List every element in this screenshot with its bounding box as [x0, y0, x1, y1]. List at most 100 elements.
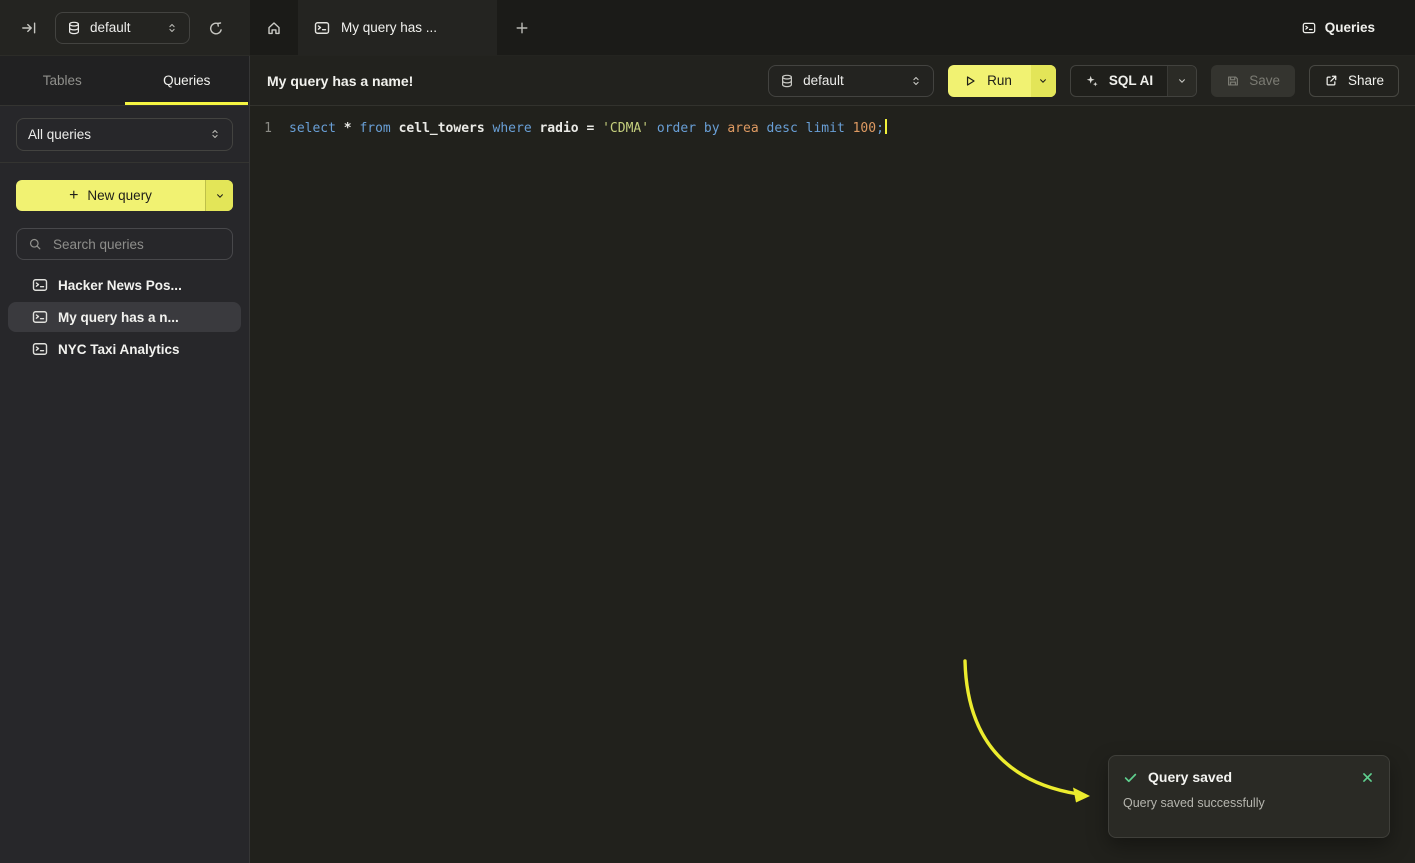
- home-button[interactable]: [250, 0, 298, 55]
- sql-token: desc: [767, 121, 806, 136]
- chevrons-updown-icon: [910, 75, 922, 87]
- query-list-item[interactable]: NYC Taxi Analytics: [8, 334, 241, 364]
- new-tab-button[interactable]: [497, 0, 547, 55]
- save-button[interactable]: Save: [1211, 65, 1295, 97]
- refresh-button[interactable]: [201, 13, 231, 43]
- sql-code: select * from cell_towers where radio = …: [289, 119, 887, 138]
- sql-token: ;: [876, 121, 884, 136]
- toast-title: Query saved: [1148, 769, 1232, 785]
- share-icon: [1324, 74, 1338, 88]
- new-query-dropdown-caret[interactable]: [205, 180, 233, 211]
- new-query-label: New query: [87, 188, 152, 203]
- run-label: Run: [987, 73, 1012, 88]
- database-select-toolbar[interactable]: default: [768, 65, 934, 97]
- toast-message: Query saved successfully: [1123, 796, 1375, 810]
- home-icon: [266, 20, 282, 36]
- query-filter-value: All queries: [28, 127, 200, 142]
- save-icon: [1226, 74, 1240, 88]
- search-icon: [28, 237, 42, 251]
- run-button[interactable]: Run: [948, 65, 1056, 97]
- sql-editor[interactable]: 1 select * from cell_towers where radio …: [250, 106, 1415, 863]
- new-query-button-main[interactable]: + New query: [16, 180, 205, 211]
- sql-ai-dropdown-caret[interactable]: [1167, 66, 1196, 96]
- close-icon: [1360, 770, 1375, 785]
- database-select-value: default: [90, 20, 157, 35]
- chevron-down-icon: [1037, 75, 1049, 87]
- sql-token: select: [289, 121, 344, 136]
- run-dropdown-caret[interactable]: [1031, 65, 1056, 97]
- sql-ai-button-main[interactable]: SQL AI: [1071, 66, 1167, 96]
- editor-toolbar: default Run SQL AI: [768, 65, 1399, 97]
- plus-icon: +: [69, 188, 78, 204]
- queries-indicator[interactable]: Queries: [1296, 0, 1415, 55]
- tab-tables-label: Tables: [43, 73, 82, 88]
- queries-indicator-label: Queries: [1325, 20, 1375, 35]
- toast-query-saved: Query saved Query saved successfully: [1108, 755, 1390, 838]
- tab-queries[interactable]: Queries: [125, 56, 250, 105]
- top-bar-left: default: [0, 0, 250, 56]
- sparkles-icon: [1085, 74, 1099, 88]
- query-list-item-selected[interactable]: My query has a n...: [8, 302, 241, 332]
- database-select-topbar[interactable]: default: [55, 12, 190, 44]
- chevrons-updown-icon: [166, 22, 178, 34]
- check-icon: [1123, 770, 1138, 785]
- editor-header: My query has a name! default Run: [250, 56, 1415, 106]
- refresh-icon: [208, 20, 224, 36]
- sql-token: from: [359, 121, 398, 136]
- query-item-label: My query has a n...: [58, 310, 179, 325]
- sql-token: area: [727, 121, 766, 136]
- search-queries-input[interactable]: [51, 236, 221, 253]
- sql-token: limit: [806, 121, 853, 136]
- active-tab-underline: [125, 102, 249, 105]
- sql-token: 'CDMA': [602, 121, 657, 136]
- database-icon: [780, 74, 794, 88]
- sql-token: order by: [657, 121, 727, 136]
- database-icon: [67, 21, 81, 35]
- toast-header: Query saved: [1123, 769, 1375, 785]
- share-label: Share: [1348, 73, 1384, 88]
- sidebar-content: + New query Hacker News Pos... My que: [0, 163, 249, 863]
- sql-token: =: [586, 121, 602, 136]
- save-label: Save: [1249, 73, 1280, 88]
- terminal-icon: [314, 20, 330, 36]
- query-list-item[interactable]: Hacker News Pos...: [8, 270, 241, 300]
- top-bar: default My query has ... Queries: [0, 0, 1415, 56]
- sql-token: where: [493, 121, 540, 136]
- query-filter-select[interactable]: All queries: [16, 118, 233, 151]
- sql-token: cell_towers: [399, 121, 493, 136]
- share-button[interactable]: Share: [1309, 65, 1399, 97]
- main-area: My query has a name! default Run: [250, 56, 1415, 863]
- collapse-sidebar-icon: [21, 20, 37, 36]
- tab-strip: My query has ... Queries: [250, 0, 1415, 56]
- sql-token: radio: [539, 121, 586, 136]
- tab-queries-label: Queries: [163, 73, 210, 88]
- sidebar-filter-row: All queries: [0, 106, 249, 163]
- run-button-main[interactable]: Run: [948, 65, 1031, 97]
- plus-icon: [514, 20, 530, 36]
- terminal-icon: [32, 341, 48, 357]
- chevron-down-icon: [1176, 75, 1188, 87]
- sidebar: Tables Queries All queries + New query: [0, 56, 250, 863]
- query-item-label: Hacker News Pos...: [58, 278, 182, 293]
- sql-token: *: [344, 121, 360, 136]
- collapse-sidebar-button[interactable]: [14, 13, 44, 43]
- search-queries-box: [16, 228, 233, 260]
- line-number: 1: [250, 119, 272, 138]
- new-query-button[interactable]: + New query: [16, 180, 233, 211]
- chevrons-updown-icon: [209, 128, 221, 140]
- code-line: 1 select * from cell_towers where radio …: [250, 106, 1415, 138]
- tab-label: My query has ...: [341, 20, 437, 35]
- terminal-icon: [32, 277, 48, 293]
- query-item-label: NYC Taxi Analytics: [58, 342, 180, 357]
- sql-ai-button[interactable]: SQL AI: [1070, 65, 1197, 97]
- sql-token: 100: [853, 121, 876, 136]
- query-title[interactable]: My query has a name!: [267, 73, 413, 89]
- sql-console-app: default My query has ... Queries: [0, 0, 1415, 863]
- database-select-value: default: [803, 73, 901, 88]
- chevron-down-icon: [214, 190, 226, 202]
- play-icon: [963, 74, 977, 88]
- tab-tables[interactable]: Tables: [0, 56, 125, 105]
- query-list: Hacker News Pos... My query has a n... N…: [8, 270, 241, 364]
- tab-my-query[interactable]: My query has ...: [298, 0, 497, 55]
- toast-close-button[interactable]: [1360, 770, 1375, 785]
